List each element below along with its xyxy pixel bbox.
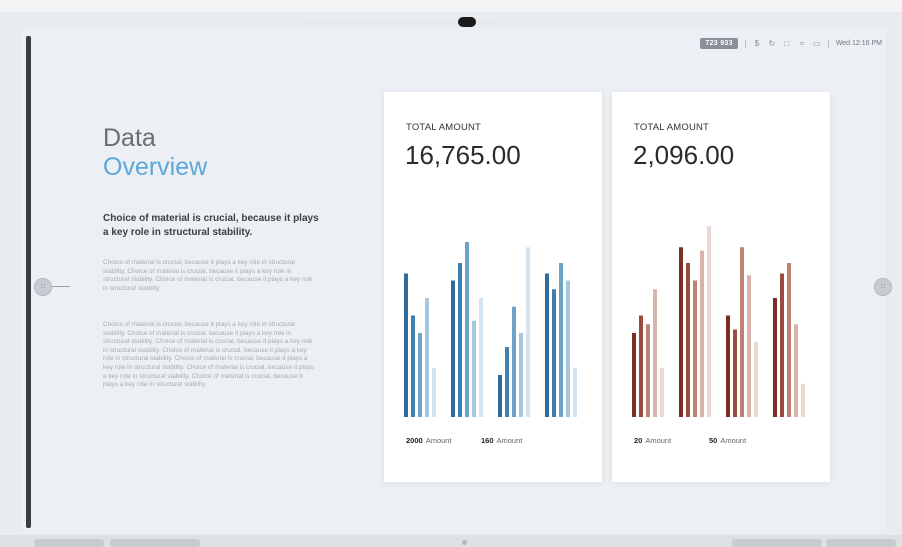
legend-number: 160 bbox=[481, 436, 494, 445]
total-amount-card: TOTAL AMOUNT 2,096.00 20 Amount 50 Amount bbox=[612, 92, 830, 482]
bottom-tab[interactable] bbox=[732, 539, 822, 547]
lead-text: Choice of material is crucial, because i… bbox=[103, 213, 319, 238]
bottom-tab[interactable] bbox=[34, 539, 104, 547]
camera-notch bbox=[458, 17, 476, 27]
bottom-tab[interactable] bbox=[826, 539, 896, 547]
chart-bar bbox=[418, 333, 422, 417]
chart-bar bbox=[404, 273, 408, 417]
chart-bar bbox=[505, 347, 509, 417]
dollar-icon[interactable]: $ bbox=[753, 39, 761, 48]
chart-bar bbox=[646, 324, 650, 417]
status-divider bbox=[827, 39, 829, 48]
legend-item: 2000 Amount bbox=[406, 436, 452, 445]
legend-number: 2000 bbox=[406, 436, 423, 445]
chart-bar bbox=[479, 298, 483, 417]
chart-bar bbox=[465, 242, 469, 417]
chart-bar bbox=[519, 333, 523, 417]
legend-text: Amount bbox=[720, 436, 747, 445]
status-datetime[interactable]: Wed 12:16 PM bbox=[836, 40, 882, 47]
chart-bar bbox=[747, 275, 751, 417]
chart-bar bbox=[458, 263, 462, 417]
chart-bar bbox=[660, 368, 664, 417]
chart-bar bbox=[498, 375, 502, 417]
chart-bar bbox=[773, 298, 777, 417]
chart-bar bbox=[693, 280, 697, 417]
battery-icon: ▭ bbox=[813, 38, 821, 48]
chart-bar bbox=[686, 263, 690, 417]
chart-bar bbox=[425, 298, 429, 417]
legend-item: 20 Amount bbox=[634, 436, 671, 445]
chart-bar bbox=[653, 289, 657, 417]
legend-text: Amount bbox=[425, 436, 452, 445]
bar-chart bbox=[632, 226, 805, 417]
chart-bar bbox=[733, 329, 737, 417]
legend-text: Amount bbox=[496, 436, 523, 445]
card-label: TOTAL AMOUNT bbox=[634, 122, 710, 133]
title-line-overview: Overview bbox=[103, 153, 208, 181]
total-amount-card: TOTAL AMOUNT 16,765.00 2000 Amount 160 Amo… bbox=[384, 92, 602, 482]
chart-bar bbox=[472, 320, 476, 417]
left-edge-bar bbox=[26, 36, 31, 528]
card-value: 16,765.00 bbox=[405, 140, 521, 170]
chart-bar bbox=[787, 263, 791, 417]
chart-bar bbox=[573, 368, 577, 417]
chart-bar bbox=[512, 306, 516, 417]
chart-bar bbox=[700, 250, 704, 417]
chart-bar bbox=[632, 333, 636, 417]
chart-bar bbox=[780, 273, 784, 417]
chart-bar bbox=[707, 226, 711, 417]
status-bar: 723 933 $ ↻ □ ≈ ▭ Wed 12:16 PM bbox=[700, 38, 882, 49]
lock-icon[interactable]: □ bbox=[783, 39, 791, 48]
refresh-icon[interactable]: ↻ bbox=[768, 39, 776, 48]
chart-bar bbox=[559, 263, 563, 417]
right-handle-icon[interactable]: ∷ bbox=[874, 278, 892, 296]
legend-item: 160 Amount bbox=[481, 436, 522, 445]
legend-number: 20 bbox=[634, 436, 643, 445]
bar-chart bbox=[404, 242, 577, 417]
legend-number: 50 bbox=[709, 436, 718, 445]
top-bezel bbox=[0, 0, 902, 12]
title-line-data: Data bbox=[103, 124, 156, 152]
status-divider bbox=[744, 39, 746, 48]
chart-bar bbox=[726, 315, 730, 417]
chart-bar bbox=[411, 315, 415, 417]
chart-bar bbox=[545, 273, 549, 417]
chart-bar bbox=[679, 247, 683, 417]
body-paragraph: Choice of material is crucial, because i… bbox=[103, 321, 314, 389]
bottom-tab[interactable] bbox=[110, 539, 200, 547]
page-title: Data Overview bbox=[103, 124, 207, 182]
chart-bar bbox=[639, 315, 643, 417]
left-handle-icon[interactable]: ∷ bbox=[34, 278, 52, 296]
chart-bar bbox=[552, 289, 556, 417]
chart-bar bbox=[801, 383, 805, 417]
chart-bar bbox=[740, 247, 744, 417]
legend-text: Amount bbox=[645, 436, 672, 445]
status-badge: 723 933 bbox=[700, 38, 738, 49]
body-paragraph: Choice of material is crucial, because i… bbox=[103, 259, 313, 292]
wifi-icon[interactable]: ≈ bbox=[798, 39, 806, 48]
handle-connector bbox=[50, 286, 70, 287]
card-label: TOTAL AMOUNT bbox=[406, 122, 482, 133]
chart-bar bbox=[754, 341, 758, 417]
chart-bar bbox=[794, 324, 798, 417]
chart-bar bbox=[432, 368, 436, 417]
chart-bar bbox=[451, 280, 455, 417]
chart-bar bbox=[526, 247, 530, 417]
card-value: 2,096.00 bbox=[633, 140, 735, 170]
chart-bar bbox=[566, 280, 570, 417]
home-indicator[interactable] bbox=[462, 540, 467, 545]
legend-item: 50 Amount bbox=[709, 436, 746, 445]
